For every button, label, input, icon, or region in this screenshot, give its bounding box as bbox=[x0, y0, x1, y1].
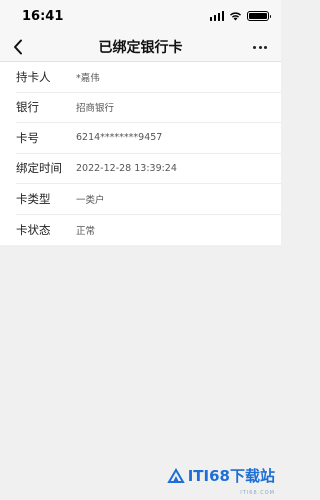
row-value: 6214********9457 bbox=[76, 132, 163, 144]
nav-bar: 已绑定银行卡 bbox=[0, 32, 281, 62]
card-detail-list: 持卡人 *嘉伟 银行 招商银行 卡号 6214********9457 绑定时间… bbox=[0, 62, 281, 245]
row-label: 卡号 bbox=[16, 130, 39, 145]
wifi-icon bbox=[230, 12, 241, 21]
row-value: *嘉伟 bbox=[76, 72, 100, 84]
watermark: ITI68下载站 bbox=[166, 465, 275, 486]
row-label: 银行 bbox=[16, 100, 39, 115]
detail-row-bind-time: 绑定时间 2022-12-28 13:39:24 bbox=[16, 154, 281, 184]
detail-row-card-status: 卡状态 正常 bbox=[16, 215, 281, 246]
more-icon bbox=[253, 45, 256, 49]
row-value: 招商银行 bbox=[76, 103, 115, 115]
row-label: 卡类型 bbox=[16, 191, 51, 206]
watermark-text: ITI68下载站 bbox=[187, 467, 275, 485]
status-bar: 16:41 bbox=[0, 0, 281, 32]
watermark-logo-icon bbox=[166, 467, 185, 483]
row-label: 卡状态 bbox=[16, 222, 51, 237]
row-value: 正常 bbox=[76, 225, 96, 237]
row-value: 一类户 bbox=[76, 194, 105, 206]
row-label: 绑定时间 bbox=[16, 161, 62, 176]
status-icons bbox=[209, 11, 271, 21]
more-button[interactable] bbox=[249, 38, 271, 56]
detail-row-bank: 银行 招商银行 bbox=[16, 93, 281, 123]
battery-icon bbox=[247, 11, 271, 21]
row-label: 持卡人 bbox=[16, 69, 51, 84]
row-value: 2022-12-28 13:39:24 bbox=[76, 162, 177, 174]
detail-row-card-type: 卡类型 一类户 bbox=[16, 184, 281, 215]
detail-row-card-number: 卡号 6214********9457 bbox=[16, 123, 281, 154]
status-time: 16:41 bbox=[22, 8, 64, 24]
chevron-left-icon bbox=[14, 39, 22, 55]
signal-icon bbox=[209, 11, 224, 21]
watermark-sub: ITI68.COM bbox=[240, 490, 275, 496]
page-title: 已绑定银行卡 bbox=[98, 39, 183, 56]
back-button[interactable] bbox=[6, 35, 30, 59]
detail-row-cardholder: 持卡人 *嘉伟 bbox=[16, 62, 281, 93]
